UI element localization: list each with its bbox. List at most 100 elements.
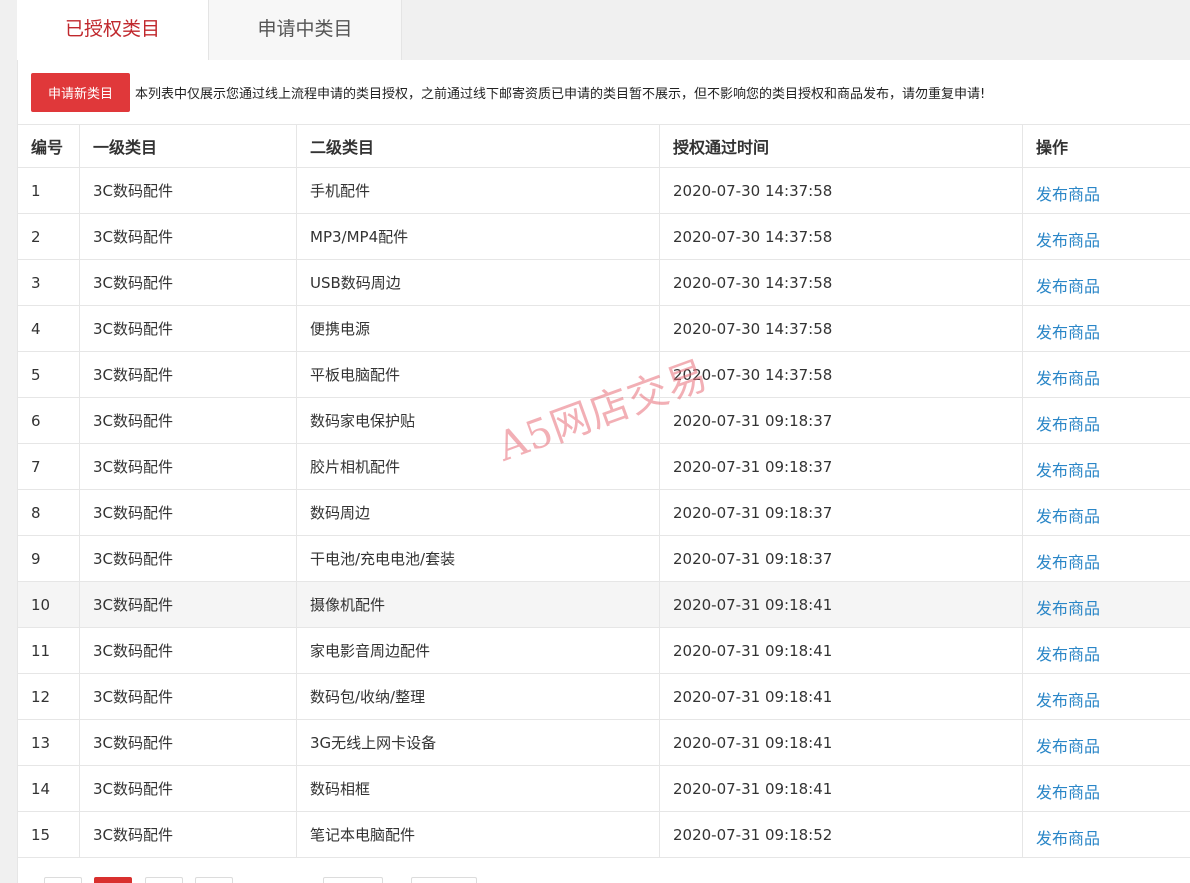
- table-row: 10 3C数码配件 摄像机配件 2020-07-31 09:18:41 发布商品: [18, 582, 1190, 628]
- row-action-cell: 发布商品: [1022, 766, 1190, 811]
- pager-go-button[interactable]: [411, 877, 477, 883]
- row-id: 12: [31, 687, 51, 706]
- row-approval-time: 2020-07-30 14:37:58: [659, 260, 1022, 305]
- row-level1-category: 3C数码配件: [79, 214, 296, 259]
- row-level2-category: 数码相框: [296, 766, 659, 811]
- table-row: 5 3C数码配件 平板电脑配件 2020-07-30 14:37:58 发布商品: [18, 352, 1190, 398]
- row-approval-time: 2020-07-31 09:18:41: [659, 628, 1022, 673]
- row-approval-time: 2020-07-31 09:18:37: [659, 490, 1022, 535]
- row-action-cell: 发布商品: [1022, 398, 1190, 443]
- row-approval-time: 2020-07-31 09:18:37: [659, 444, 1022, 489]
- row-level1-category: 3C数码配件: [79, 398, 296, 443]
- row-approval-time: 2020-07-31 09:18:37: [659, 398, 1022, 443]
- row-level1-category: 3C数码配件: [79, 490, 296, 535]
- row-level2-category: 数码家电保护贴: [296, 398, 659, 443]
- row-id: 14: [31, 779, 51, 798]
- row-action-cell: 发布商品: [1022, 812, 1190, 857]
- row-approval-time: 2020-07-31 09:18:37: [659, 536, 1022, 581]
- row-id: 5: [31, 365, 41, 384]
- table-row: 13 3C数码配件 3G无线上网卡设备 2020-07-31 09:18:41 发布商品: [18, 720, 1190, 766]
- row-action-cell: 发布商品: [1022, 306, 1190, 351]
- row-level1-category: 3C数码配件: [79, 168, 296, 213]
- row-level2-category: 胶片相机配件: [296, 444, 659, 489]
- row-level1-category: 3C数码配件: [79, 444, 296, 489]
- row-id: 3: [31, 273, 41, 292]
- publish-product-link[interactable]: 发布商品: [1036, 411, 1100, 435]
- publish-product-link[interactable]: 发布商品: [1036, 457, 1100, 481]
- publish-product-link[interactable]: 发布商品: [1036, 227, 1100, 251]
- pager-page-button[interactable]: [145, 877, 183, 883]
- row-level1-category: 3C数码配件: [79, 720, 296, 765]
- header-level1-category: 一级类目: [79, 125, 296, 167]
- table-row: 8 3C数码配件 数码周边 2020-07-31 09:18:37 发布商品: [18, 490, 1190, 536]
- publish-product-link[interactable]: 发布商品: [1036, 641, 1100, 665]
- row-approval-time: 2020-07-31 09:18:52: [659, 812, 1022, 857]
- table-row: 6 3C数码配件 数码家电保护贴 2020-07-31 09:18:37 发布商品: [18, 398, 1190, 444]
- page: 已授权类目 申请中类目 申请新类目 本列表中仅展示您通过线上流程申请的类目授权，…: [0, 0, 1190, 883]
- publish-product-link[interactable]: 发布商品: [1036, 503, 1100, 527]
- publish-product-link[interactable]: 发布商品: [1036, 825, 1100, 849]
- publish-product-link[interactable]: 发布商品: [1036, 687, 1100, 711]
- header-id: 编号: [31, 138, 64, 157]
- row-level2-category: USB数码周边: [296, 260, 659, 305]
- row-action-cell: 发布商品: [1022, 214, 1190, 259]
- row-level2-category: 摄像机配件: [296, 582, 659, 627]
- row-id: 15: [31, 825, 51, 844]
- table-row: 12 3C数码配件 数码包/收纳/整理 2020-07-31 09:18:41 发布商品: [18, 674, 1190, 720]
- publish-product-link[interactable]: 发布商品: [1036, 181, 1100, 205]
- pager-jump-input[interactable]: [323, 877, 383, 883]
- row-action-cell: 发布商品: [1022, 582, 1190, 627]
- row-level2-category: 干电池/充电电池/套装: [296, 536, 659, 581]
- table-row: 4 3C数码配件 便携电源 2020-07-30 14:37:58 发布商品: [18, 306, 1190, 352]
- row-approval-time: 2020-07-30 14:37:58: [659, 214, 1022, 259]
- tab-pending-categories[interactable]: 申请中类目: [209, 0, 402, 60]
- row-level2-category: 便携电源: [296, 306, 659, 351]
- row-id: 7: [31, 457, 41, 476]
- tab-authorized-categories[interactable]: 已授权类目: [17, 0, 209, 60]
- table-row: 1 3C数码配件 手机配件 2020-07-30 14:37:58 发布商品: [18, 168, 1190, 214]
- row-action-cell: 发布商品: [1022, 674, 1190, 719]
- row-level2-category: 数码包/收纳/整理: [296, 674, 659, 719]
- table-row: 2 3C数码配件 MP3/MP4配件 2020-07-30 14:37:58 发布商品: [18, 214, 1190, 260]
- notice-bar: 申请新类目 本列表中仅展示您通过线上流程申请的类目授权，之前通过线下邮寄资质已申…: [31, 72, 985, 112]
- pager-prev-button[interactable]: [44, 877, 82, 883]
- row-id: 11: [31, 641, 51, 660]
- pager-page-current[interactable]: [94, 877, 132, 883]
- row-level2-category: 笔记本电脑配件: [296, 812, 659, 857]
- row-id: 13: [31, 733, 51, 752]
- publish-product-link[interactable]: 发布商品: [1036, 549, 1100, 573]
- row-approval-time: 2020-07-31 09:18:41: [659, 582, 1022, 627]
- table-body: 1 3C数码配件 手机配件 2020-07-30 14:37:58 发布商品 2 3C数码配…: [18, 168, 1190, 858]
- row-approval-time: 2020-07-30 14:37:58: [659, 306, 1022, 351]
- publish-product-link[interactable]: 发布商品: [1036, 595, 1100, 619]
- row-action-cell: 发布商品: [1022, 260, 1190, 305]
- table-row: 3 3C数码配件 USB数码周边 2020-07-30 14:37:58 发布商品: [18, 260, 1190, 306]
- row-action-cell: 发布商品: [1022, 536, 1190, 581]
- publish-product-link[interactable]: 发布商品: [1036, 319, 1100, 343]
- row-level2-category: 3G无线上网卡设备: [296, 720, 659, 765]
- row-level2-category: 数码周边: [296, 490, 659, 535]
- publish-product-link[interactable]: 发布商品: [1036, 365, 1100, 389]
- apply-new-category-button[interactable]: 申请新类目: [31, 72, 130, 112]
- row-action-cell: 发布商品: [1022, 490, 1190, 535]
- row-action-cell: 发布商品: [1022, 444, 1190, 489]
- row-level1-category: 3C数码配件: [79, 536, 296, 581]
- header-level2-category: 二级类目: [296, 125, 659, 167]
- publish-product-link[interactable]: 发布商品: [1036, 273, 1100, 297]
- table-row: 9 3C数码配件 干电池/充电电池/套装 2020-07-31 09:18:37 发布商…: [18, 536, 1190, 582]
- publish-product-link[interactable]: 发布商品: [1036, 779, 1100, 803]
- row-id: 4: [31, 319, 41, 338]
- row-level1-category: 3C数码配件: [79, 352, 296, 397]
- row-approval-time: 2020-07-31 09:18:41: [659, 674, 1022, 719]
- row-id: 1: [31, 181, 41, 200]
- pager-next-button[interactable]: [195, 877, 233, 883]
- row-level1-category: 3C数码配件: [79, 674, 296, 719]
- row-level2-category: 平板电脑配件: [296, 352, 659, 397]
- row-action-cell: 发布商品: [1022, 168, 1190, 213]
- row-level1-category: 3C数码配件: [79, 812, 296, 857]
- row-level1-category: 3C数码配件: [79, 582, 296, 627]
- row-id: 9: [31, 549, 41, 568]
- publish-product-link[interactable]: 发布商品: [1036, 733, 1100, 757]
- row-level1-category: 3C数码配件: [79, 628, 296, 673]
- table-row: 7 3C数码配件 胶片相机配件 2020-07-31 09:18:37 发布商品: [18, 444, 1190, 490]
